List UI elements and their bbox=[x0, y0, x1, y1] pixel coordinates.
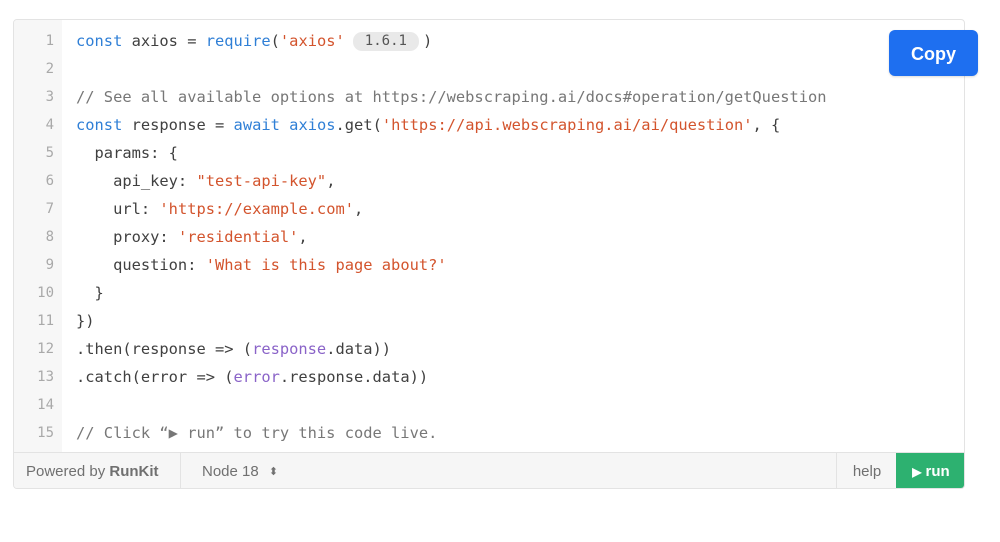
play-icon: ▶ bbox=[912, 465, 922, 479]
code-token: "test-api-key" bbox=[196, 172, 327, 190]
runkit-brand-link[interactable]: RunKit bbox=[109, 463, 158, 480]
line-number: 6 bbox=[45, 173, 54, 189]
code-text: api_key: "test-api-key", bbox=[76, 167, 335, 195]
copy-button[interactable]: Copy bbox=[889, 30, 978, 76]
code-token: .data)) bbox=[326, 340, 392, 358]
code-token: , bbox=[326, 172, 336, 190]
code-line: 10 } bbox=[14, 279, 964, 307]
code-token: // Click “▶ run” to try this code live. bbox=[76, 424, 438, 442]
code-token: } bbox=[76, 284, 104, 302]
line-number: 7 bbox=[45, 201, 54, 217]
powered-by: Powered by RunKit bbox=[14, 453, 181, 488]
line-number: 3 bbox=[45, 89, 54, 105]
powered-by-prefix: Powered by bbox=[26, 463, 110, 480]
code-token: , bbox=[298, 228, 308, 246]
code-token: , bbox=[354, 200, 364, 218]
code-token: 'https://example.com' bbox=[159, 200, 354, 218]
code-token: const bbox=[76, 32, 123, 50]
package-version-badge[interactable]: 1.6.1 bbox=[352, 32, 419, 51]
code-token: proxy: bbox=[76, 228, 178, 246]
code-token: 'axios' bbox=[279, 32, 345, 50]
run-label: run bbox=[925, 463, 950, 480]
code-token: await bbox=[233, 116, 280, 134]
line-number: 5 bbox=[45, 145, 54, 161]
line-number: 1 bbox=[45, 33, 54, 49]
code-token: .get( bbox=[335, 116, 382, 134]
code-line: 8 proxy: 'residential', bbox=[14, 223, 964, 251]
line-number: 4 bbox=[45, 117, 54, 133]
code-token: const bbox=[76, 116, 123, 134]
code-text: .catch(error => (error.response.data)) bbox=[76, 363, 428, 391]
line-number: 10 bbox=[37, 285, 54, 301]
code-token: 'What is this page about?' bbox=[205, 256, 447, 274]
code-line: 7 url: 'https://example.com', bbox=[14, 195, 964, 223]
code-token: axios = bbox=[122, 32, 206, 50]
line-number: 8 bbox=[45, 229, 54, 245]
line-number: 13 bbox=[37, 369, 54, 385]
code-token: api_key: bbox=[76, 172, 197, 190]
runkit-embed: 1 const axios = require('axios' 1.6.1) 2 3 //… bbox=[13, 19, 965, 489]
code-editor[interactable]: 1 const axios = require('axios' 1.6.1) 2 3 //… bbox=[14, 27, 964, 447]
code-text: .then(response => (response.data)) bbox=[76, 335, 391, 363]
code-text: url: 'https://example.com', bbox=[76, 195, 363, 223]
code-text: const response = await axios.get('https:… bbox=[76, 111, 780, 139]
node-version-select[interactable]: Node 18 ⬍ bbox=[202, 453, 279, 488]
line-number: 11 bbox=[37, 313, 54, 329]
line-number: 2 bbox=[45, 61, 54, 77]
code-token: require bbox=[205, 32, 271, 50]
code-text: }) bbox=[76, 307, 95, 335]
code-text: const axios = require('axios' 1.6.1) bbox=[76, 27, 432, 55]
code-token: ( bbox=[270, 32, 280, 50]
code-line: 15 // Click “▶ run” to try this code live… bbox=[14, 419, 964, 447]
code-line: 4 const response = await axios.get('https… bbox=[14, 111, 964, 139]
code-line: 11}) bbox=[14, 307, 964, 335]
code-text: proxy: 'residential', bbox=[76, 223, 308, 251]
code-token: .then(response => ( bbox=[76, 340, 253, 358]
code-line: 3 // See all available options at https:/… bbox=[14, 83, 964, 111]
code-token: .response.data)) bbox=[279, 368, 429, 386]
sort-icon: ⬍ bbox=[268, 466, 279, 478]
code-text: question: 'What is this page about?' bbox=[76, 251, 447, 279]
code-token: error bbox=[233, 368, 280, 386]
code-line: 6 api_key: "test-api-key", bbox=[14, 167, 964, 195]
code-token: params: { bbox=[76, 144, 178, 162]
code-token: ) bbox=[422, 32, 433, 50]
code-line: 5 params: { bbox=[14, 139, 964, 167]
code-token: url: bbox=[76, 200, 160, 218]
code-line: 2 bbox=[14, 55, 964, 83]
code-line: 9 question: 'What is this page about?' bbox=[14, 251, 964, 279]
code-text: } bbox=[76, 279, 104, 307]
run-button[interactable]: ▶ run bbox=[896, 453, 964, 488]
code-token: }) bbox=[76, 312, 95, 330]
embed-footer: Powered by RunKit Node 18 ⬍ help ▶ run bbox=[14, 452, 964, 488]
code-token: question: bbox=[76, 256, 206, 274]
code-line: 1 const axios = require('axios' 1.6.1) bbox=[14, 27, 964, 55]
code-token: 'https://api.webscraping.ai/ai/question' bbox=[381, 116, 753, 134]
code-token: response bbox=[252, 340, 327, 358]
code-text: // See all available options at https://… bbox=[76, 83, 827, 111]
code-text: // Click “▶ run” to try this code live. bbox=[76, 419, 437, 447]
code-token: , { bbox=[752, 116, 781, 134]
line-number: 15 bbox=[37, 425, 54, 441]
line-number: 12 bbox=[37, 341, 54, 357]
code-token: .catch(error => ( bbox=[76, 368, 234, 386]
code-text: params: { bbox=[76, 139, 178, 167]
code-token: axios bbox=[289, 116, 336, 134]
code-token: response = bbox=[122, 116, 234, 134]
code-line: 12 .then(response => (response.data)) bbox=[14, 335, 964, 363]
code-line: 13 .catch(error => (error.response.data)) bbox=[14, 363, 964, 391]
line-number: 14 bbox=[37, 397, 54, 413]
line-number: 9 bbox=[45, 257, 54, 273]
code-token: // See all available options at https://… bbox=[76, 88, 827, 106]
code-token: 'residential' bbox=[177, 228, 299, 246]
node-version-label: Node 18 bbox=[202, 463, 259, 480]
help-button[interactable]: help bbox=[836, 453, 897, 488]
code-line: 14 bbox=[14, 391, 964, 419]
